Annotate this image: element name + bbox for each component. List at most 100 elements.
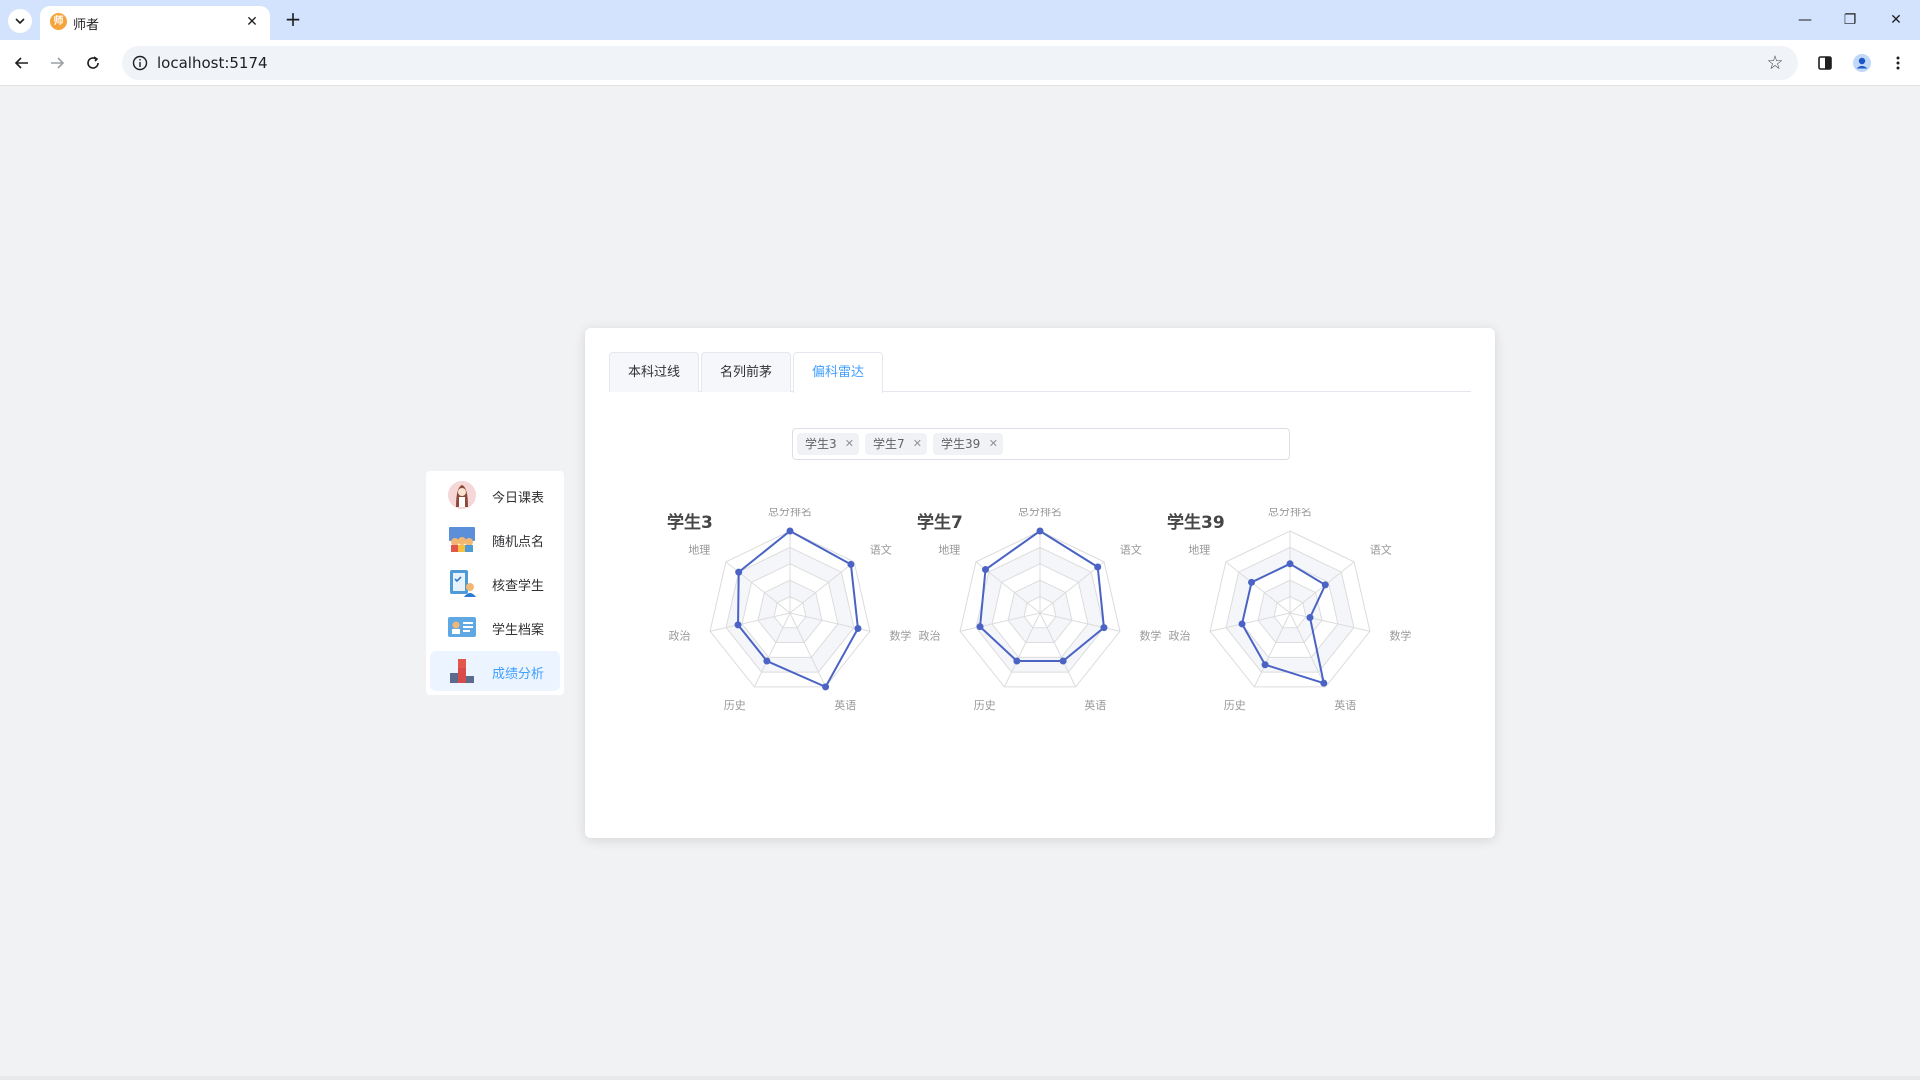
radar-indicator-label: 数学 <box>1139 629 1161 643</box>
student-multi-select[interactable]: 学生3 ✕ 学生7 ✕ 学生39 ✕ <box>792 428 1290 460</box>
side-panel-button[interactable] <box>1812 50 1838 76</box>
address-bar[interactable]: localhost:5174 ☆ <box>122 46 1798 80</box>
tag-close-icon[interactable]: ✕ <box>845 433 854 455</box>
radar-indicator-label: 英语 <box>1334 698 1356 712</box>
radar-data-point <box>786 527 794 535</box>
radar-indicator-label: 语文 <box>870 542 892 556</box>
radar-data-point <box>1013 657 1021 665</box>
radar-data-point <box>847 560 855 568</box>
radar-indicator-label: 政治 <box>919 629 941 643</box>
podium-chart-icon <box>450 659 474 683</box>
radar-indicator-label: 历史 <box>1224 699 1246 712</box>
radar-data-point <box>854 625 862 633</box>
profile-button[interactable] <box>1849 50 1875 76</box>
bottom-edge <box>0 1076 1920 1080</box>
tag-close-icon[interactable]: ✕ <box>989 433 998 455</box>
radar-data-point <box>1286 560 1294 568</box>
radar-data-point <box>1320 679 1328 687</box>
tag-label: 学生7 <box>873 437 905 451</box>
favicon-icon: 师 <box>50 13 67 30</box>
radar-svg: 总分排名语文数学英语 历史 政治 地理 <box>1169 508 1412 712</box>
radar-chart: 学生39 总分排名 语文 数学 英语 历史 政治 地理 <box>1167 508 1417 738</box>
menu-item-label: 今日课表 <box>492 491 545 506</box>
student-tag: 学生39 ✕ <box>933 433 1003 455</box>
radar-indicator-label: 数学 <box>1389 629 1411 643</box>
close-window-button[interactable]: ✕ <box>1882 8 1910 32</box>
browser-tab[interactable]: 师 师者 ✕ <box>40 6 270 40</box>
radar-indicator-label: 地理 <box>688 543 710 556</box>
radar-data-point <box>1094 563 1102 571</box>
radar-data-point <box>1306 614 1314 622</box>
radar-data-point <box>822 683 830 691</box>
tag-close-icon[interactable]: ✕ <box>913 433 922 455</box>
menu-item-check-students[interactable]: 核查学生 <box>430 563 560 603</box>
tab-list-button[interactable] <box>8 9 32 33</box>
menu-item-student-profiles[interactable]: 学生档案 <box>430 607 560 647</box>
radar-indicator-label: 政治 <box>669 629 691 643</box>
radar-svg: 总分排名语文数学英语 历史 政治 地理 <box>919 508 1162 712</box>
student-tag: 学生7 ✕ <box>865 433 927 455</box>
radar-chart: 学生7 总分排名 语文 数学 英语 历史 政治 地理 <box>917 508 1167 738</box>
radar-data-point <box>1238 620 1246 628</box>
radar-svg: 总分排名语文数学英语 历史 政治 地理 <box>669 508 912 712</box>
more-vertical-icon <box>1896 56 1900 70</box>
student-tag: 学生3 ✕ <box>797 433 859 455</box>
radar-data-point <box>1036 527 1044 535</box>
classroom-icon <box>449 527 475 552</box>
radar-data-point <box>735 568 743 576</box>
arrow-right-icon <box>51 57 65 69</box>
profile-avatar-icon <box>1853 54 1871 72</box>
radar-data-point <box>976 623 984 631</box>
side-panel-icon <box>1818 56 1832 70</box>
reload-icon <box>87 56 99 69</box>
tag-label: 学生3 <box>805 437 837 451</box>
menu-item-score-analysis[interactable]: 成绩分析 <box>430 651 560 691</box>
main-card: 本科过线 名列前茅 偏科雷达 学生3 ✕ 学生7 ✕ 学生39 ✕ 学生3 总分… <box>585 328 1495 838</box>
menu-item-label: 学生档案 <box>492 623 545 638</box>
radar-indicator-label: 总分排名 <box>1018 508 1062 518</box>
new-tab-button[interactable]: + <box>282 8 304 30</box>
profile-card-icon <box>448 617 476 637</box>
radar-data-point <box>1059 657 1067 665</box>
menu-item-label: 随机点名 <box>492 535 545 550</box>
browser-toolbar: localhost:5174 ☆ <box>0 40 1920 86</box>
chevron-down-icon <box>15 18 25 25</box>
browser-menu-button[interactable] <box>1885 50 1911 76</box>
teacher-avatar-icon <box>448 481 476 509</box>
radar-data-point <box>1321 581 1329 589</box>
radar-indicator-label: 地理 <box>938 543 960 556</box>
radar-indicator-label: 历史 <box>724 699 746 712</box>
reload-button[interactable] <box>80 50 106 76</box>
arrow-left-icon <box>14 57 28 69</box>
restore-button[interactable]: ❐ <box>1836 8 1864 32</box>
analysis-tabs: 本科过线 名列前茅 偏科雷达 <box>609 352 1471 393</box>
browser-tab-bar: 师 师者 ✕ + — ❐ ✕ <box>0 0 1920 40</box>
side-menu: 今日课表 随机点名 核查学生 学生档案 成绩分析 <box>426 471 564 695</box>
radar-data-point <box>734 621 742 629</box>
radar-data-point <box>763 657 771 665</box>
radar-indicator-label: 语文 <box>1370 542 1392 556</box>
minimize-button[interactable]: — <box>1791 8 1819 32</box>
tab-undergrad-line[interactable]: 本科过线 <box>609 352 699 392</box>
menu-item-random-call[interactable]: 随机点名 <box>430 519 560 559</box>
tab-top-ranked[interactable]: 名列前茅 <box>701 352 791 392</box>
menu-item-label: 核查学生 <box>492 579 545 594</box>
tab-title: 师者 <box>73 18 100 33</box>
radar-data-point <box>1248 578 1256 586</box>
radar-indicator-label: 地理 <box>1188 543 1210 556</box>
site-info-icon[interactable] <box>130 53 150 73</box>
bookmark-star-icon[interactable]: ☆ <box>1764 52 1786 74</box>
menu-item-label: 成绩分析 <box>492 667 545 682</box>
checklist-icon <box>450 570 476 597</box>
menu-item-today-schedule[interactable]: 今日课表 <box>430 475 560 515</box>
radar-indicator-label: 语文 <box>1120 542 1142 556</box>
radar-indicator-label: 总分排名 <box>768 508 812 518</box>
tab-subject-radar[interactable]: 偏科雷达 <box>793 352 883 393</box>
radar-data-point <box>1261 661 1269 669</box>
radar-indicator-label: 历史 <box>974 699 996 712</box>
forward-button[interactable] <box>44 50 70 76</box>
close-tab-icon[interactable]: ✕ <box>244 14 260 30</box>
radar-indicator-label: 英语 <box>1084 698 1106 712</box>
radar-indicator-label: 英语 <box>834 698 856 712</box>
back-button[interactable] <box>9 50 35 76</box>
